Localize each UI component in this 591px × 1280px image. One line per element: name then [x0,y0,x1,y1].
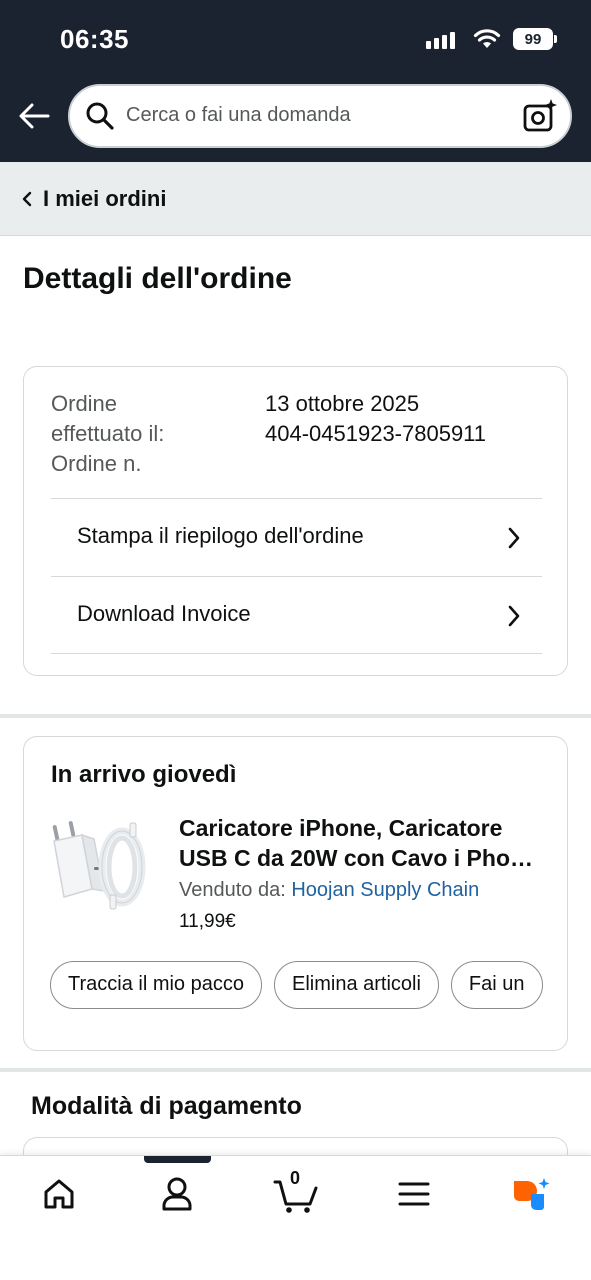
menu-icon[interactable] [392,1172,436,1216]
chevron-right-icon [508,527,520,549]
track-package-button[interactable]: Traccia il mio pacco [50,961,262,1009]
search-icon [86,102,114,130]
product-image[interactable] [48,815,152,919]
status-indicators: 99 [426,28,557,50]
download-invoice-row[interactable]: Download Invoice [51,576,542,654]
seller-info: Venduto da: Hoojan Supply Chain [179,879,479,902]
delivery-title: In arrivo giovedì [51,761,237,788]
camera-search-icon[interactable] [522,98,558,134]
home-icon[interactable] [37,1172,81,1216]
print-summary-row[interactable]: Stampa il riepilogo dell'ordine [51,498,542,576]
order-label-line: effettuato il: [51,421,165,446]
ai-assistant-icon[interactable] [506,1172,550,1216]
order-summary-card: Ordine effettuato il: Ordine n. 13 ottob… [23,366,568,676]
payment-section-title: Modalità di pagamento [31,1092,302,1120]
ask-question-button[interactable]: Fai un [450,961,543,1009]
wifi-icon [473,29,501,48]
nav-active-indicator [144,1156,211,1163]
product-title[interactable]: Caricatore iPhone, Caricatore USB C da 2… [179,813,549,873]
section-divider [0,714,591,718]
action-buttons-row: Traccia il mio pacco Elimina articoli Fai … [50,961,549,1011]
order-label-line: Ordine n. [51,451,142,476]
delivery-card: In arrivo giovedì Caricatore iPhone, Car… [23,736,568,1051]
search-bar[interactable]: Cerca o fai una domanda [68,84,572,148]
page-title: Dettagli dell'ordine [23,262,292,295]
chevron-right-icon [508,605,520,627]
breadcrumb-label[interactable]: I miei ordini [43,186,166,212]
product-title-line[interactable]: Caricatore iPhone, Caricatore [179,813,549,843]
battery-indicator: 99 [513,28,557,50]
bottom-nav-bar: 0 [0,1155,591,1280]
cellular-signal-icon [426,29,461,49]
cart-count-badge: 0 [290,1168,301,1188]
search-input[interactable]: Cerca o fai una domanda [126,104,351,127]
sold-by-label: Venduto da: [179,879,286,901]
order-date: 13 ottobre 2025 [265,391,420,416]
print-summary-label[interactable]: Stampa il riepilogo dell'ordine [77,523,364,549]
breadcrumb[interactable]: I miei ordini [0,162,591,236]
delete-items-button[interactable]: Elimina articoli [273,961,439,1009]
order-label-line: Ordine [51,391,118,416]
order-number: 404-0451923-7805911 [265,421,487,446]
seller-link[interactable]: Hoojan Supply Chain [291,879,479,901]
product-title-line[interactable]: USB C da 20W con Cavo i Pho… [179,843,549,873]
chevron-left-icon [22,191,32,207]
cart-button[interactable]: 0 [272,1168,320,1216]
app-header: 06:35 99 Cerca o fai una domanda [0,0,591,162]
back-arrow-icon[interactable] [16,98,52,134]
product-price: 11,99€ [179,911,236,932]
order-info-labels: Ordine effettuato il: Ordine n. [51,389,251,479]
order-info-values: 13 ottobre 2025 404-0451923-7805911 [265,389,486,449]
account-icon[interactable] [155,1172,199,1216]
section-divider [0,1068,591,1072]
download-invoice-label[interactable]: Download Invoice [77,601,251,627]
status-time: 06:35 [60,24,129,54]
